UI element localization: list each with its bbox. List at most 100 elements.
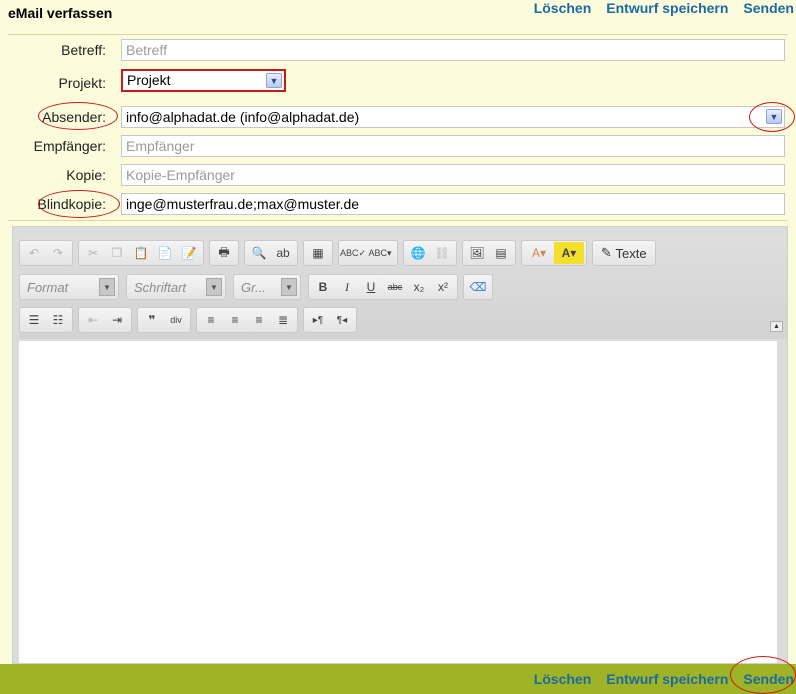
align-center-icon[interactable]: ≡ [223, 309, 247, 331]
texte-button[interactable]: ✎ Texte [595, 242, 653, 264]
toolbar-row: ↶ ↷ ✂ ❐ 📋 📄 📝 🖶 🔍 ab ▦ ABC✓ ABC▾ 🌐 ⛓ 🖼 ▤… [19, 239, 661, 267]
align-right-icon[interactable]: ≡ [247, 309, 271, 331]
align-left-icon[interactable]: ≡ [199, 309, 223, 331]
bottom-actions: Löschen Entwurf speichern Senden [519, 671, 796, 689]
subscript-icon[interactable]: x₂ [407, 276, 431, 298]
toolbar-row: Format ▼ Schriftart ▼ Gr... ▼ B I U abc … [19, 273, 498, 301]
redo-icon[interactable]: ↷ [46, 242, 70, 264]
cut-icon[interactable]: ✂ [81, 242, 105, 264]
toolbar-group: 🖼 ▤ [462, 240, 516, 266]
recipient-input[interactable]: Empfänger [121, 135, 785, 157]
font-select[interactable]: Schriftart ▼ [126, 274, 226, 300]
format-select-value: Format [27, 279, 69, 295]
paste-text-icon[interactable]: 📄 [153, 242, 177, 264]
image-icon[interactable]: 🖼 [465, 242, 489, 264]
print-icon[interactable]: 🖶 [212, 242, 236, 264]
format-select[interactable]: Format ▼ [19, 274, 119, 300]
select-all-icon[interactable]: ▦ [306, 242, 330, 264]
create-div-icon[interactable]: div [164, 309, 188, 331]
find-icon[interactable]: 🔍 [247, 242, 271, 264]
rich-text-editor: ↶ ↷ ✂ ❐ 📋 📄 📝 🖶 🔍 ab ▦ ABC✓ ABC▾ 🌐 ⛓ 🖼 ▤… [12, 226, 788, 664]
cc-label: Kopie: [66, 167, 106, 183]
sender-select-value: info@alphadat.de (info@alphadat.de) [126, 109, 360, 125]
send-link[interactable]: Senden [743, 0, 794, 18]
chevron-down-icon: ▼ [206, 278, 222, 296]
recipient-row: Empfänger: Empfänger [0, 135, 785, 157]
toolbar-group: ABC✓ ABC▾ [338, 240, 398, 266]
size-select-value: Gr... [241, 279, 266, 295]
toolbar-group: ✂ ❐ 📋 📄 📝 [78, 240, 204, 266]
toolbar-group: 🖶 [209, 240, 239, 266]
save-draft-link[interactable]: Entwurf speichern [606, 0, 728, 18]
editor-content-area[interactable] [19, 341, 777, 663]
numbered-list-icon[interactable]: ☰ [22, 309, 46, 331]
subject-input[interactable]: Betreff [121, 39, 785, 61]
divider [8, 220, 788, 221]
italic-icon[interactable]: I [335, 276, 359, 298]
bcc-label: Blindkopie: [37, 196, 107, 212]
spellcheck-as-you-type-icon[interactable]: ABC▾ [365, 242, 395, 264]
sender-row: Absender: info@alphadat.de (info@alphada… [0, 106, 785, 128]
toolbar-group: ❞ div [137, 307, 191, 333]
bold-icon[interactable]: B [311, 276, 335, 298]
project-row: Projekt: Projekt ▼ [0, 69, 785, 92]
underline-icon[interactable]: U [359, 276, 383, 298]
cc-row: Kopie: Kopie-Empfänger [0, 164, 785, 186]
strikethrough-icon[interactable]: abc [383, 276, 407, 298]
send-link[interactable]: Senden [743, 671, 794, 689]
undo-icon[interactable]: ↶ [22, 242, 46, 264]
size-select[interactable]: Gr... ▼ [233, 274, 301, 300]
editor-toolbar: ↶ ↷ ✂ ❐ 📋 📄 📝 🖶 🔍 ab ▦ ABC✓ ABC▾ 🌐 ⛓ 🖼 ▤… [19, 235, 787, 339]
toolbar-group: ≡ ≡ ≡ ≣ [196, 307, 298, 333]
subject-label: Betreff: [61, 42, 106, 58]
save-draft-link[interactable]: Entwurf speichern [606, 671, 728, 689]
bulleted-list-icon[interactable]: ☷ [46, 309, 70, 331]
indent-icon[interactable]: ⇥ [105, 309, 129, 331]
link-icon[interactable]: 🌐 [406, 242, 430, 264]
cc-input[interactable]: Kopie-Empfänger [121, 164, 785, 186]
copy-icon[interactable]: ❐ [105, 242, 129, 264]
chevron-down-icon: ▼ [281, 278, 297, 296]
font-select-value: Schriftart [134, 279, 187, 295]
top-actions: Löschen Entwurf speichern Senden [519, 0, 796, 18]
sender-select[interactable]: info@alphadat.de (info@alphadat.de) [121, 106, 785, 128]
spellcheck-icon[interactable]: ABC✓ [340, 242, 366, 264]
toolbar-group: ▦ [303, 240, 333, 266]
project-select[interactable]: Projekt ▼ [121, 69, 286, 92]
footer-bar: Löschen Entwurf speichern Senden [0, 664, 796, 694]
toolbar-group: ✎ Texte [592, 240, 656, 266]
magic-wand-icon: ✎ [601, 245, 616, 260]
blockquote-icon[interactable]: ❞ [140, 309, 164, 331]
collapse-toolbar-button[interactable]: ▲ [770, 321, 783, 332]
unlink-icon[interactable]: ⛓ [430, 242, 454, 264]
project-label: Projekt: [58, 75, 106, 91]
text-direction-rtl-icon[interactable]: ¶◂ [330, 309, 354, 331]
toolbar-group: B I U abc x₂ x² [308, 274, 458, 300]
text-direction-ltr-icon[interactable]: ▸¶ [306, 309, 330, 331]
toolbar-group: 🔍 ab [244, 240, 298, 266]
toolbar-row: ☰ ☷ ⇤ ⇥ ❞ div ≡ ≡ ≡ ≣ ▸¶ ¶◂ [19, 306, 362, 334]
table-icon[interactable]: ▤ [489, 242, 513, 264]
toolbar-group: A▾ A▾ [521, 240, 587, 266]
recipient-label: Empfänger: [33, 138, 106, 154]
outdent-icon[interactable]: ⇤ [81, 309, 105, 331]
bcc-input[interactable]: inge@musterfrau.de;max@muster.de [121, 193, 785, 215]
paste-word-icon[interactable]: 📝 [177, 242, 201, 264]
delete-link[interactable]: Löschen [534, 671, 592, 689]
superscript-icon[interactable]: x² [431, 276, 455, 298]
align-justify-icon[interactable]: ≣ [271, 309, 295, 331]
toolbar-group: 🌐 ⛓ [403, 240, 457, 266]
toolbar-group: ↶ ↷ [19, 240, 73, 266]
bcc-row: Blindkopie: inge@musterfrau.de;max@muste… [0, 193, 785, 215]
replace-icon[interactable]: ab [271, 242, 295, 264]
sender-dropdown-button[interactable]: ▼ [766, 109, 782, 124]
chevron-down-icon: ▼ [99, 278, 115, 296]
text-color-icon[interactable]: A▾ [524, 242, 554, 264]
project-select-value: Projekt [127, 72, 171, 88]
chevron-down-icon: ▼ [266, 73, 282, 88]
delete-link[interactable]: Löschen [534, 0, 592, 18]
toolbar-group: ☰ ☷ [19, 307, 73, 333]
remove-format-icon[interactable]: ⌫ [466, 276, 490, 298]
paste-icon[interactable]: 📋 [129, 242, 153, 264]
background-color-icon[interactable]: A▾ [554, 242, 584, 264]
